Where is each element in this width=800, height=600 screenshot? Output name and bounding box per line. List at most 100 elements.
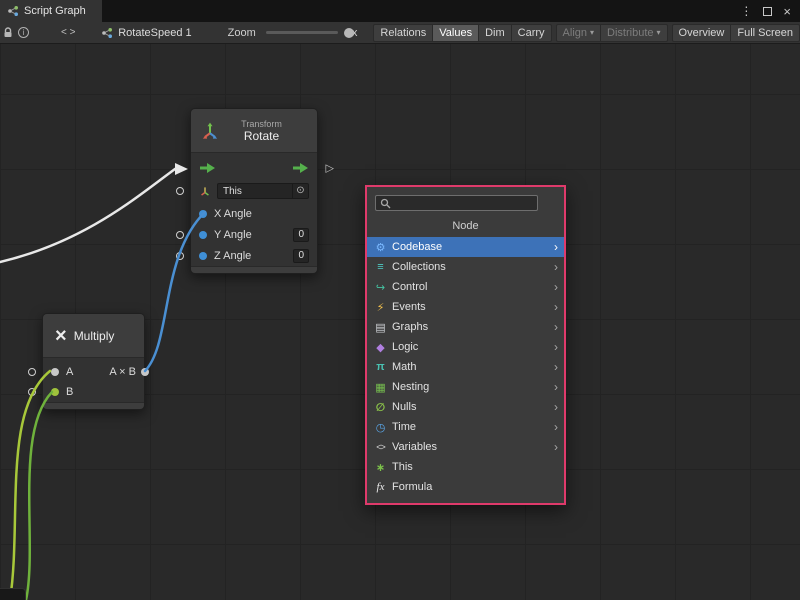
z-angle-label: Z Angle	[214, 250, 293, 262]
this-gizmo-icon	[199, 185, 211, 197]
maximize-icon[interactable]	[763, 7, 772, 16]
chevron-right-icon: ›	[554, 300, 558, 314]
finder-item-control[interactable]: ↪ Control ›	[367, 277, 564, 297]
nesting-icon: ▦	[373, 381, 388, 394]
rotate-node-header[interactable]: Transform Rotate	[191, 109, 317, 153]
tab-script-graph[interactable]: Script Graph	[0, 0, 102, 22]
breadcrumb-label: RotateSpeed 1	[118, 27, 191, 39]
window-controls: ⋮ ×	[740, 0, 800, 22]
this-port[interactable]	[176, 187, 184, 195]
z-angle-outer-port[interactable]	[176, 252, 184, 260]
overview-button[interactable]: Overview	[672, 24, 732, 42]
events-icon: ⚡	[373, 301, 388, 314]
finder-item-nesting[interactable]: ▦ Nesting ›	[367, 377, 564, 397]
x-angle-label: X Angle	[214, 208, 309, 220]
caret-down-icon: ▾	[590, 28, 594, 37]
chevron-right-icon: ›	[554, 280, 558, 294]
close-icon[interactable]: ×	[783, 4, 791, 19]
z-angle-row: Z Angle 0	[191, 245, 317, 266]
multiply-node-header[interactable]: × Multiply	[43, 314, 144, 358]
input-a-outer-port[interactable]	[28, 368, 36, 376]
search-box[interactable]	[375, 195, 538, 211]
control-icon: ↪	[373, 281, 388, 294]
chevron-right-icon: ›	[554, 240, 558, 254]
multiply-node[interactable]: × Multiply A A × B B	[42, 313, 145, 410]
node-title: Rotate	[244, 129, 279, 143]
node-title: Multiply	[74, 329, 115, 343]
z-angle-input[interactable]: 0	[293, 249, 309, 263]
time-icon: ◷	[373, 421, 388, 434]
node-search-input[interactable]	[394, 197, 533, 209]
dim-button[interactable]: Dim	[479, 24, 512, 42]
output-port[interactable]	[141, 368, 149, 376]
input-b-row: B	[43, 382, 144, 402]
finder-item-formula[interactable]: fx Formula	[367, 477, 564, 497]
toolbar-buttons: Relations Values Dim Carry Align▾ Distri…	[369, 22, 800, 44]
multiply-icon: ×	[55, 326, 67, 346]
finder-item-math[interactable]: π Math ›	[367, 357, 564, 377]
zoom-label: Zoom	[228, 27, 256, 39]
tab-title: Script Graph	[24, 5, 86, 17]
caret-down-icon: ▾	[657, 28, 661, 37]
y-angle-row: Y Angle 0	[191, 224, 317, 245]
z-angle-port[interactable]	[199, 252, 207, 260]
script-graph-icon	[7, 5, 19, 17]
align-button[interactable]: Align▾	[556, 24, 601, 42]
finder-item-events[interactable]: ⚡ Events ›	[367, 297, 564, 317]
unity-visual-scripting-window: Script Graph ⋮ × i < > RotateSpeed 1	[0, 0, 800, 600]
wire-to-input-b	[26, 392, 52, 600]
object-picker-icon[interactable]: ⊙	[292, 184, 308, 198]
x-angle-port[interactable]	[199, 210, 207, 218]
graph-toolbar: i < > RotateSpeed 1 Zoom 1x Relations Va…	[0, 22, 800, 44]
this-field[interactable]: This ⊙	[217, 183, 309, 199]
y-angle-label: Y Angle	[214, 229, 293, 241]
node-footer	[43, 402, 144, 409]
graphs-icon: ▤	[373, 321, 388, 334]
flow-in-port[interactable]	[199, 162, 216, 174]
search-icon	[380, 198, 391, 209]
breadcrumb[interactable]: RotateSpeed 1	[101, 27, 191, 39]
variables-icon: <>	[373, 442, 388, 452]
carry-button[interactable]: Carry	[512, 24, 552, 42]
finder-item-codebase[interactable]: ⚙ Codebase ›	[367, 237, 564, 257]
input-b-port[interactable]	[51, 388, 59, 396]
output-label: A × B	[109, 366, 136, 378]
finder-item-this[interactable]: ∗ This	[367, 457, 564, 477]
chevron-right-icon: ›	[554, 400, 558, 414]
finder-item-collections[interactable]: ≡ Collections ›	[367, 257, 564, 277]
finder-item-time[interactable]: ◷ Time ›	[367, 417, 564, 437]
graph-canvas[interactable]: Transform Rotate ▷	[0, 44, 800, 600]
chevron-right-icon: ›	[554, 340, 558, 354]
finder-item-logic[interactable]: ◆ Logic ›	[367, 337, 564, 357]
input-a-port[interactable]	[51, 368, 59, 376]
x-angle-row: X Angle	[191, 203, 317, 224]
math-icon: π	[373, 361, 388, 373]
control-wire-arrowhead	[175, 163, 188, 175]
info-icon[interactable]: i	[16, 22, 32, 44]
fuzzy-finder: Node ⚙ Codebase › ≡ Collections › ↪ Cont…	[365, 185, 566, 505]
code-view-icon[interactable]: < >	[57, 22, 79, 44]
collections-icon: ≡	[373, 261, 388, 273]
finder-item-graphs[interactable]: ▤ Graphs ›	[367, 317, 564, 337]
y-angle-outer-port[interactable]	[176, 231, 184, 239]
values-button[interactable]: Values	[433, 24, 479, 42]
finder-item-variables[interactable]: <> Variables ›	[367, 437, 564, 457]
y-angle-input[interactable]: 0	[293, 228, 309, 242]
nulls-icon: ∅	[373, 401, 388, 414]
fullscreen-button[interactable]: Full Screen	[731, 24, 800, 42]
chevron-right-icon: ›	[554, 320, 558, 334]
chevron-right-icon: ›	[554, 440, 558, 454]
y-angle-port[interactable]	[199, 231, 207, 239]
zoom-slider[interactable]	[266, 31, 338, 34]
finder-item-nulls[interactable]: ∅ Nulls ›	[367, 397, 564, 417]
flow-out-port[interactable]	[292, 162, 309, 174]
rotate-node[interactable]: Transform Rotate ▷	[190, 108, 318, 274]
corner-tab[interactable]	[0, 588, 26, 600]
input-b-outer-port[interactable]	[28, 388, 36, 396]
distribute-button[interactable]: Distribute▾	[601, 24, 667, 42]
lock-icon[interactable]	[0, 22, 16, 44]
zoom-slider-handle[interactable]	[344, 28, 354, 38]
relations-button[interactable]: Relations	[373, 24, 433, 42]
logic-icon: ◆	[373, 341, 388, 354]
menu-icon[interactable]: ⋮	[740, 4, 752, 18]
